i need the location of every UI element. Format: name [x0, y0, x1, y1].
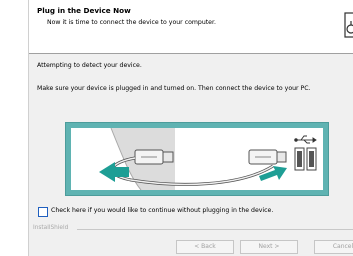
usb-plug-left-icon — [134, 149, 174, 165]
arrow-right-icon — [259, 166, 287, 181]
usb-ports-icon — [294, 147, 317, 171]
installer-brand: InstallShield — [33, 225, 69, 231]
usb-plug-right-icon — [248, 149, 287, 165]
skip-device-label[interactable]: Check here if you would like to continue… — [51, 207, 273, 214]
back-button[interactable]: < Back — [176, 240, 234, 254]
setup-dialog: Plug in the Device Now Now it is time to… — [28, 0, 353, 256]
page-title: Plug in the Device Now — [37, 6, 131, 15]
skip-device-checkbox[interactable] — [38, 207, 48, 217]
connection-illustration — [65, 122, 329, 196]
usb-symbol-icon — [294, 135, 317, 144]
next-button[interactable]: Next > — [240, 240, 298, 254]
dialog-header: Plug in the Device Now Now it is time to… — [29, 0, 353, 54]
instruction-text: Make sure your device is plugged in and … — [37, 85, 311, 92]
illustration-canvas — [71, 128, 323, 190]
status-text: Attempting to detect your device. — [37, 62, 142, 69]
page-subtitle: Now it is time to connect the device to … — [47, 19, 216, 26]
footer-divider — [77, 229, 353, 230]
device-plug-icon — [344, 12, 353, 38]
cancel-button[interactable]: Cancel — [314, 240, 353, 254]
usb-cable-drawing — [99, 128, 317, 190]
